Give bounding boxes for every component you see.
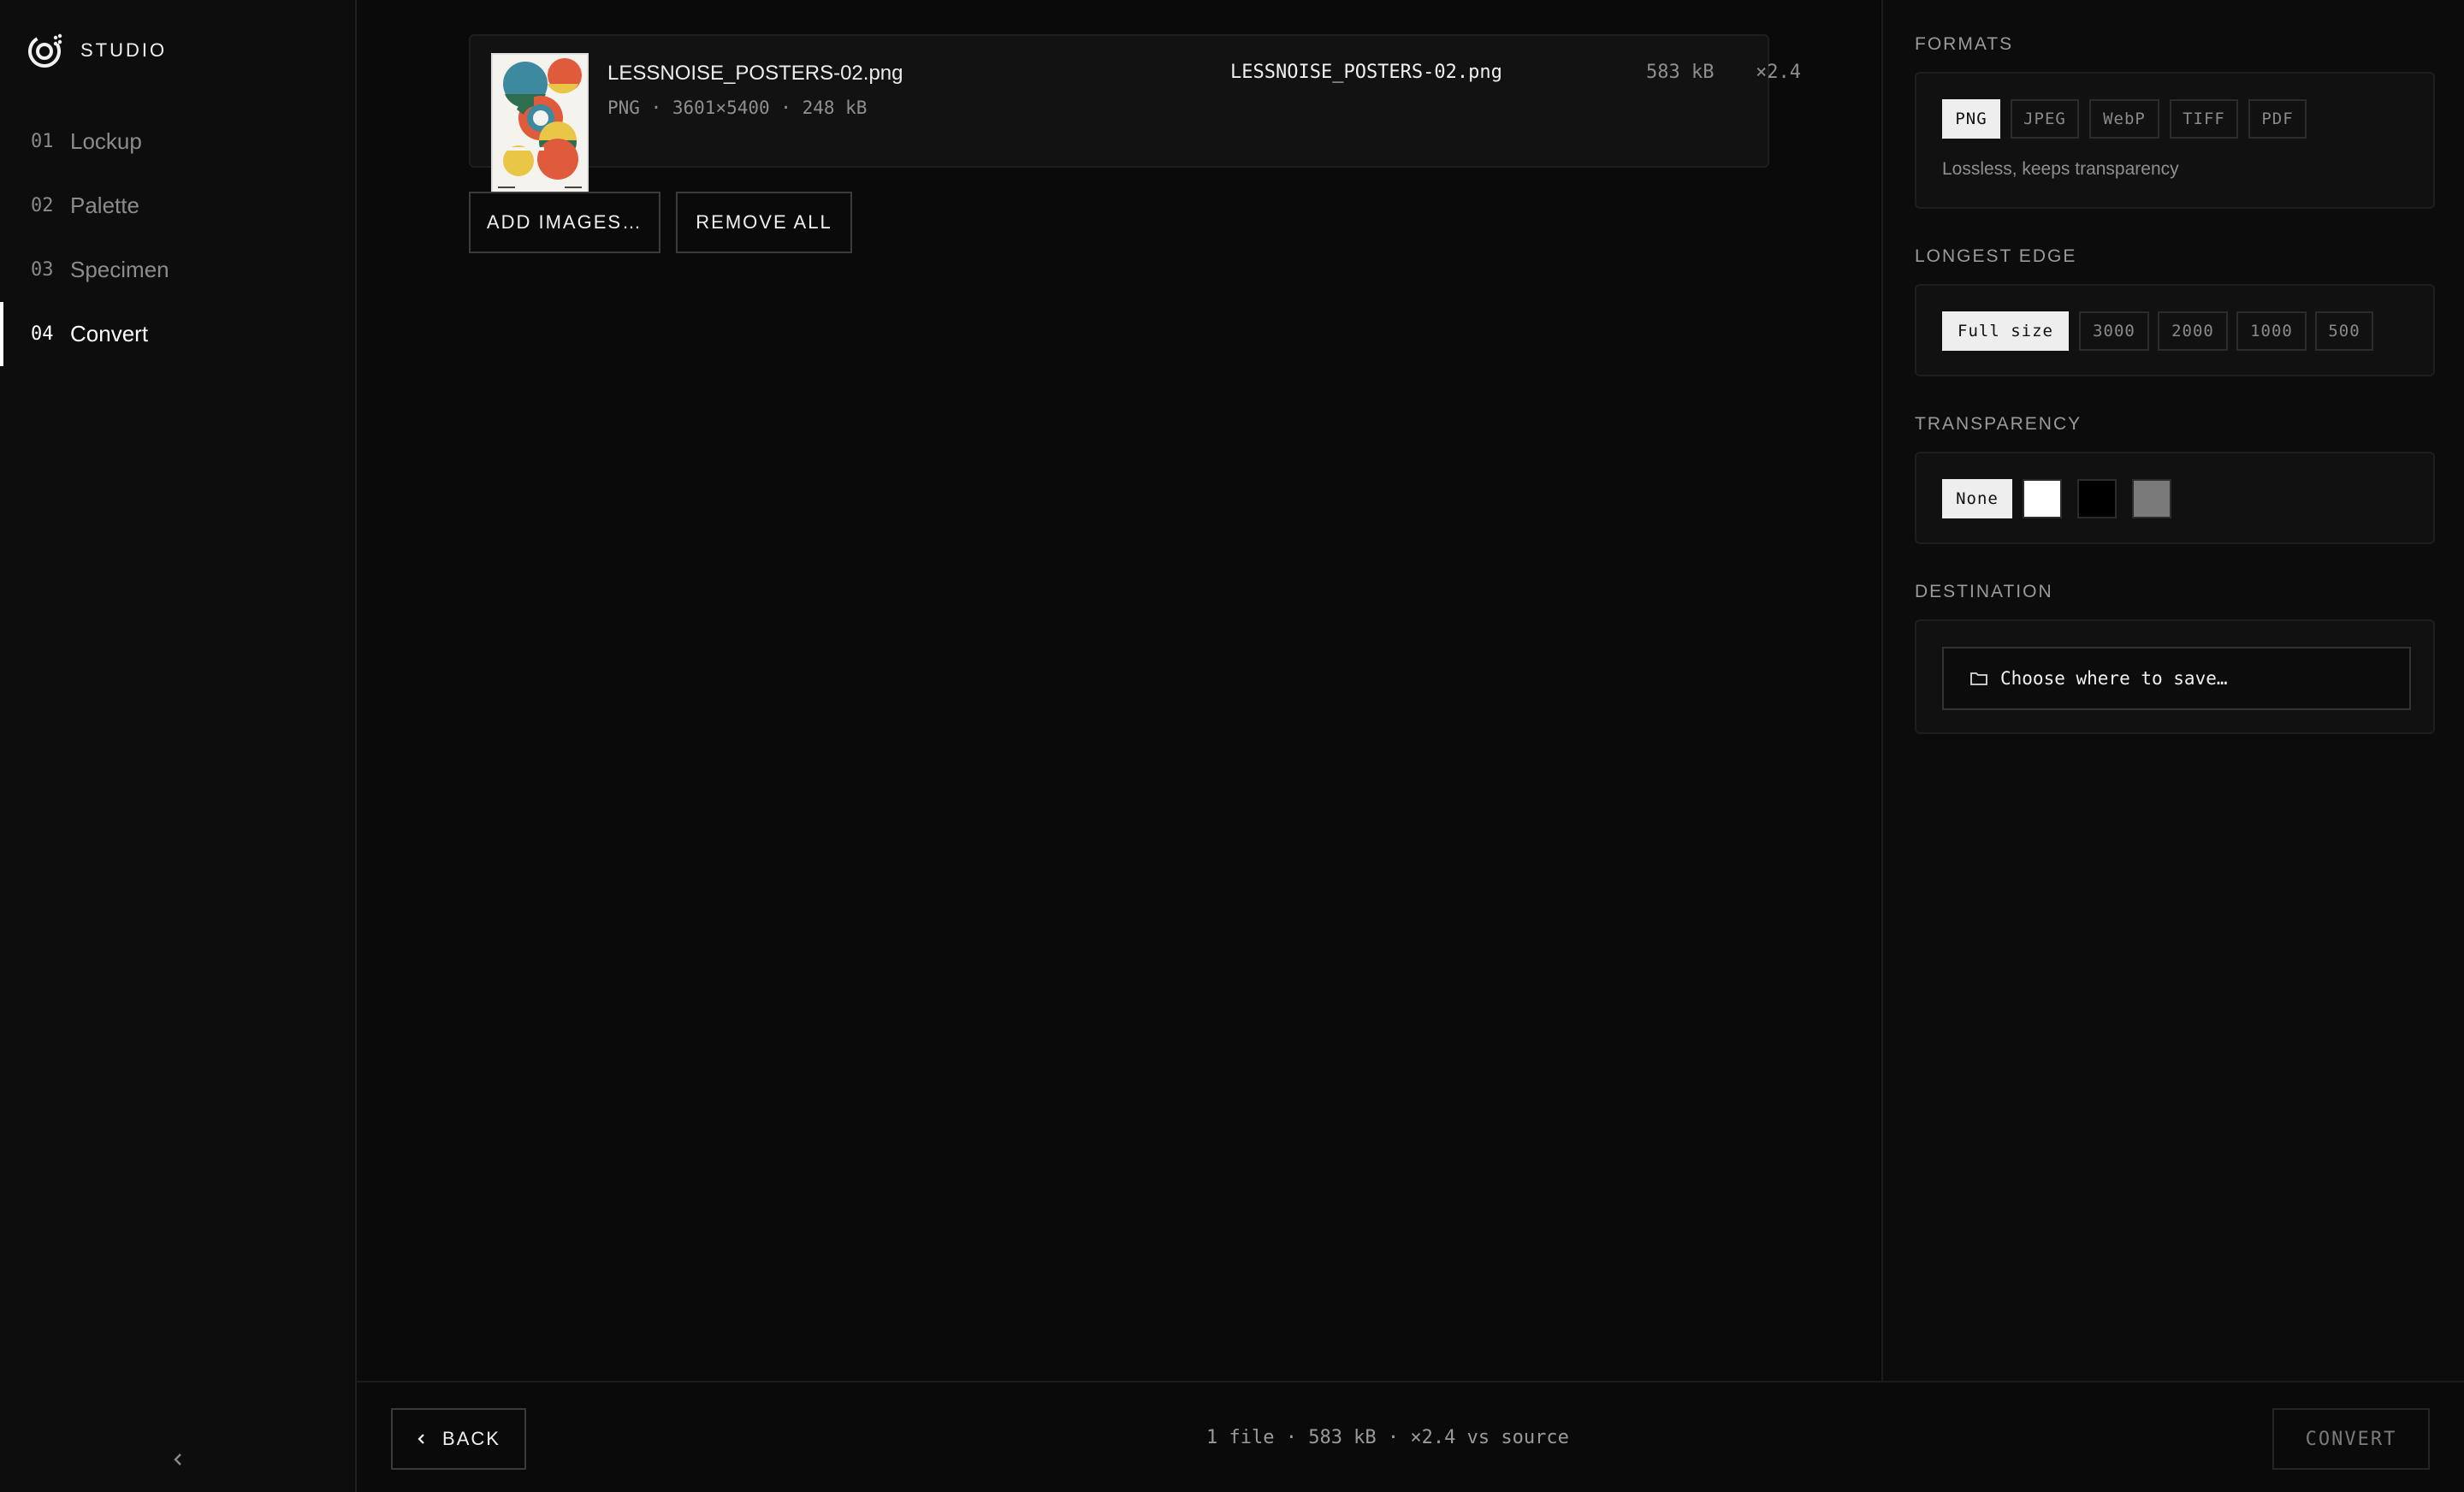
choose-destination-button[interactable]: Choose where to save… xyxy=(1942,647,2411,710)
remove-all-button[interactable]: REMOVE ALL xyxy=(676,192,852,253)
edge-option-2000[interactable]: 2000 xyxy=(2158,311,2228,351)
transparency-swatch-black[interactable] xyxy=(2077,479,2117,518)
convert-button[interactable]: CONVERT xyxy=(2272,1408,2430,1470)
output-file-size: 583 kB xyxy=(1646,62,1715,83)
output-size-ratio: ×2.4 xyxy=(1756,62,1801,83)
longest-edge-title: LONGEST EDGE xyxy=(1915,246,2077,266)
sidebar-item-label: Specimen xyxy=(70,257,169,282)
footer-bar: BACK 1 file · 583 kB · ×2.4 vs source CO… xyxy=(357,1381,2464,1492)
transparency-swatch-gray[interactable] xyxy=(2132,479,2171,518)
file-thumbnail xyxy=(491,53,589,197)
sidebar-item-number: 04 xyxy=(31,323,54,345)
folder-icon xyxy=(1970,672,1987,685)
brand[interactable]: STUDIO xyxy=(27,33,167,68)
main-content: LESSNOISE_POSTERS-02.png PNG · 3601×5400… xyxy=(357,0,1881,1381)
format-option-webp[interactable]: WebP xyxy=(2089,99,2159,139)
output-file-name: LESSNOISE_POSTERS-02.png xyxy=(1230,62,1502,83)
file-row[interactable]: LESSNOISE_POSTERS-02.png PNG · 3601×5400… xyxy=(469,34,1801,197)
sidebar-item-palette[interactable]: 02 Palette xyxy=(0,174,355,238)
longest-edge-section: Full size 3000 2000 1000 500 xyxy=(1915,284,2435,376)
add-images-button[interactable]: ADD IMAGES… xyxy=(469,192,660,253)
sidebar-item-number: 01 xyxy=(31,131,54,152)
format-option-tiff[interactable]: TIFF xyxy=(2170,99,2238,139)
settings-panel: FORMATS PNG JPEG WebP TIFF PDF Lossless,… xyxy=(1881,0,2464,1381)
back-button[interactable]: BACK xyxy=(391,1408,526,1470)
back-label: BACK xyxy=(442,1428,500,1449)
file-meta: PNG · 3601×5400 · 248 kB xyxy=(607,98,868,118)
sidebar-item-label: Lockup xyxy=(70,128,142,154)
destination-section: Choose where to save… xyxy=(1915,619,2435,734)
formats-section: PNG JPEG WebP TIFF PDF Lossless, keeps t… xyxy=(1915,72,2435,209)
format-option-pdf[interactable]: PDF xyxy=(2248,99,2307,139)
sidebar-item-label: Palette xyxy=(70,192,139,218)
brand-name: STUDIO xyxy=(80,39,168,61)
chevron-left-icon xyxy=(418,1434,424,1444)
sidebar: STUDIO 01 Lockup 02 Palette 03 Specimen … xyxy=(0,0,357,1492)
transparency-option-none[interactable]: None xyxy=(1942,479,2012,518)
format-option-jpeg[interactable]: JPEG xyxy=(2011,99,2079,139)
sidebar-item-label: Convert xyxy=(70,321,149,346)
destination-title: DESTINATION xyxy=(1915,582,2053,601)
format-option-png[interactable]: PNG xyxy=(1942,99,2000,139)
sidebar-item-convert[interactable]: 04 Convert xyxy=(0,302,355,366)
sidebar-item-specimen[interactable]: 03 Specimen xyxy=(0,238,355,302)
sidebar-item-number: 03 xyxy=(31,259,54,281)
sidebar-item-lockup[interactable]: 01 Lockup xyxy=(0,110,355,174)
chevron-left-icon xyxy=(174,1454,181,1465)
transparency-swatch-white[interactable] xyxy=(2023,479,2062,518)
choose-destination-label: Choose where to save… xyxy=(2000,668,2228,689)
edge-option-1000[interactable]: 1000 xyxy=(2236,311,2307,351)
file-name: LESSNOISE_POSTERS-02.png xyxy=(607,62,903,85)
sidebar-nav: 01 Lockup 02 Palette 03 Specimen 04 Conv… xyxy=(0,110,355,366)
poster-thumbnail-image xyxy=(493,55,587,195)
conversion-summary: 1 file · 583 kB · ×2.4 vs source xyxy=(1206,1427,1569,1448)
collapse-sidebar-button[interactable] xyxy=(163,1444,193,1475)
format-description: Lossless, keeps transparency xyxy=(1942,159,2179,179)
edge-option-full-size[interactable]: Full size xyxy=(1942,311,2069,351)
edge-option-3000[interactable]: 3000 xyxy=(2079,311,2149,351)
studio-logo-icon xyxy=(28,33,62,68)
transparency-section: None xyxy=(1915,452,2435,544)
edge-option-500[interactable]: 500 xyxy=(2315,311,2373,351)
formats-title: FORMATS xyxy=(1915,34,2014,54)
sidebar-item-number: 02 xyxy=(31,195,54,216)
transparency-title: TRANSPARENCY xyxy=(1915,414,2082,434)
